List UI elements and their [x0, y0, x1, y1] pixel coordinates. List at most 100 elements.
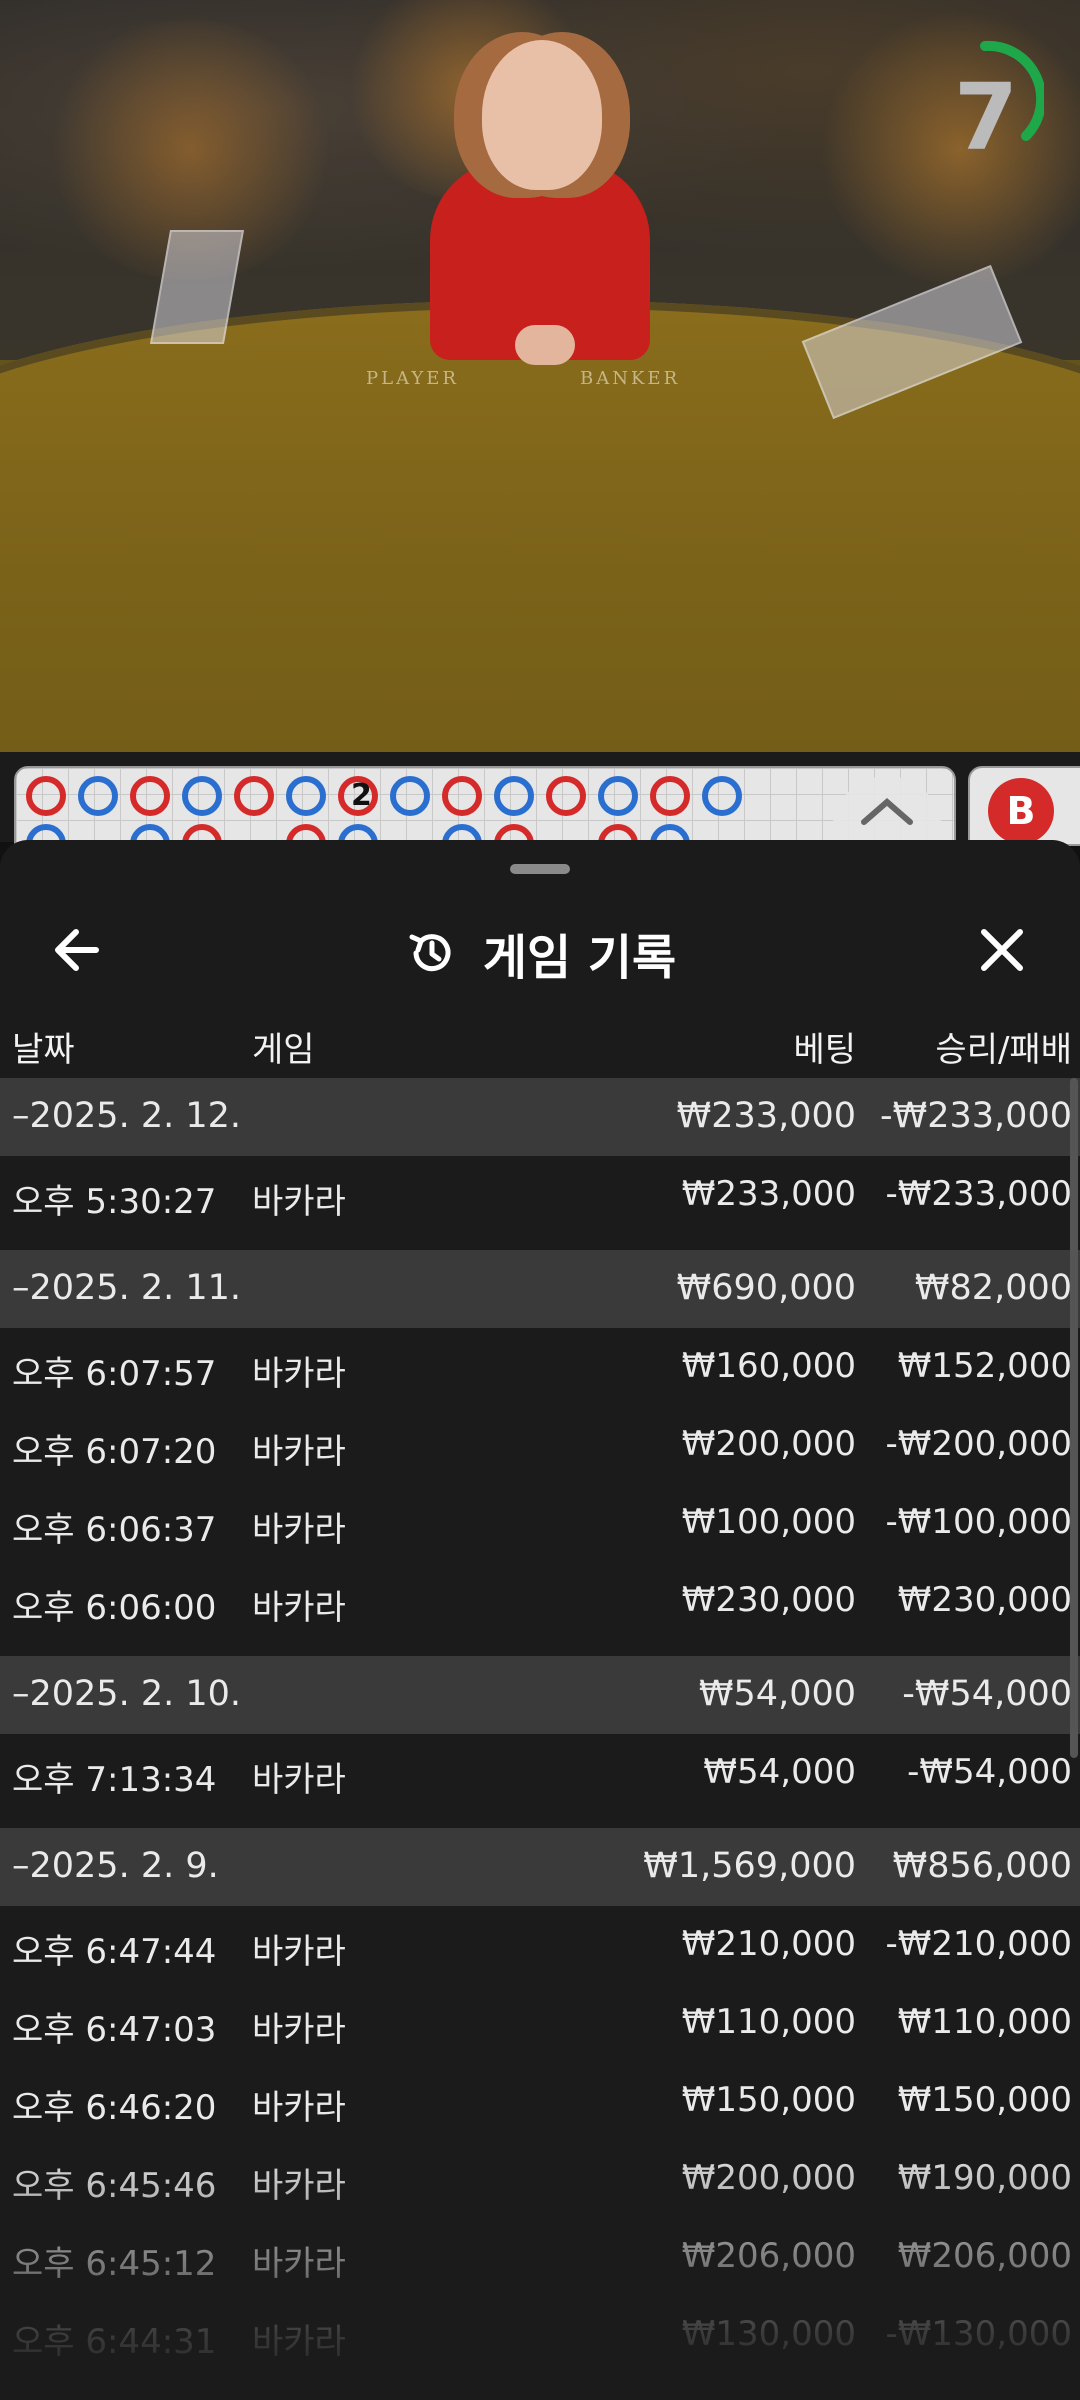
group-date: –2025. 2. 11. — [12, 1268, 242, 1308]
history-row[interactable]: 오후 6:47:44 바카라 ₩210,000 -₩210,000 — [0, 1906, 1080, 1984]
row-win-loss: ₩230,000 — [897, 1580, 1072, 1620]
sheet-header: 게임 기록 — [0, 900, 1080, 1010]
history-row[interactable]: 오후 7:13:34 바카라 ₩54,000 -₩54,000 — [0, 1734, 1080, 1812]
row-game: 바카라 — [252, 1588, 346, 1628]
banker-prediction-button[interactable]: B — [988, 778, 1054, 844]
history-row[interactable]: 오후 6:45:12 바카라 ₩206,000 ₩206,000 — [0, 2218, 1080, 2296]
row-game: 바카라 — [252, 2166, 346, 2206]
row-game: 바카라 — [252, 1182, 346, 1222]
row-bet: ₩130,000 — [681, 2314, 856, 2354]
row-win-loss: -₩54,000 — [907, 1752, 1072, 1792]
date-group-row: –2025. 2. 9. ₩1,569,000 ₩856,000 — [0, 1828, 1080, 1906]
row-time: 오후 6:44:31 — [12, 2322, 217, 2362]
history-scrollbar[interactable] — [1070, 1078, 1078, 1758]
column-headers: 날짜 게임 베팅 승리/패배 — [0, 1008, 1080, 1078]
column-win-loss: 승리/패배 — [935, 1030, 1072, 1070]
history-row[interactable]: 오후 6:06:00 바카라 ₩230,000 ₩230,000 — [0, 1562, 1080, 1640]
row-win-loss: ₩206,000 — [897, 2236, 1072, 2276]
history-row[interactable]: 오후 6:07:20 바카라 ₩200,000 -₩200,000 — [0, 1406, 1080, 1484]
history-row[interactable]: 오후 5:30:27 바카라 ₩233,000 -₩233,000 — [0, 1156, 1080, 1234]
history-row[interactable]: 오후 6:45:46 바카라 ₩200,000 ₩190,000 — [0, 2140, 1080, 2218]
close-icon — [981, 929, 1023, 971]
banker-bead — [26, 776, 66, 816]
sheet-drag-handle[interactable] — [510, 864, 570, 874]
group-bet-total: ₩233,000 — [676, 1096, 856, 1136]
banker-bead — [130, 776, 170, 816]
player-bead — [78, 776, 118, 816]
row-game: 바카라 — [252, 1932, 346, 1972]
bead-road[interactable]: 2 — [14, 766, 956, 846]
column-game: 게임 — [252, 1030, 315, 1070]
history-row[interactable]: 오후 6:46:20 바카라 ₩150,000 ₩150,000 — [0, 2062, 1080, 2140]
banker-bead — [442, 776, 482, 816]
player-bead — [390, 776, 430, 816]
column-date: 날짜 — [12, 1030, 75, 1070]
row-game: 바카라 — [252, 1354, 346, 1394]
chevron-up-icon — [861, 798, 913, 825]
row-bet: ₩110,000 — [681, 2002, 856, 2042]
row-win-loss: -₩200,000 — [885, 1424, 1073, 1464]
row-bet: ₩100,000 — [681, 1502, 856, 1542]
row-win-loss: -₩130,000 — [885, 2314, 1073, 2354]
date-group-row: –2025. 2. 12. ₩233,000 -₩233,000 — [0, 1078, 1080, 1156]
group-date: –2025. 2. 12. — [12, 1096, 242, 1136]
banker-bead — [650, 776, 690, 816]
row-time: 오후 6:47:44 — [12, 1932, 217, 1972]
row-game: 바카라 — [252, 1510, 346, 1550]
player-bead — [286, 776, 326, 816]
row-bet: ₩160,000 — [681, 1346, 856, 1386]
group-win-total: -₩233,000 — [880, 1096, 1072, 1136]
row-time: 오후 6:45:46 — [12, 2166, 217, 2206]
row-time: 오후 6:07:57 — [12, 1354, 217, 1394]
player-bead — [702, 776, 742, 816]
row-win-loss: -₩233,000 — [885, 1174, 1073, 1214]
date-group-row: –2025. 2. 11. ₩690,000 ₩82,000 — [0, 1250, 1080, 1328]
row-time: 오후 6:06:00 — [12, 1588, 217, 1628]
row-bet: ₩200,000 — [681, 1424, 856, 1464]
sheet-title: 게임 기록 — [482, 930, 677, 986]
bead-count-label: 2 — [351, 778, 372, 813]
expand-roadmap-button[interactable] — [832, 776, 942, 842]
dealer-hands — [515, 325, 575, 365]
date-group-row: –2025. 2. 10. ₩54,000 -₩54,000 — [0, 1656, 1080, 1734]
game-history-sheet: 게임 기록 날짜 게임 베팅 승리/패배 –2025. 2. 12. ₩233,0… — [0, 840, 1080, 2400]
banker-bead — [546, 776, 586, 816]
history-icon — [409, 934, 451, 972]
road-prediction-panel[interactable]: B — [968, 766, 1080, 846]
row-game: 바카라 — [252, 1760, 346, 1800]
row-win-loss: ₩152,000 — [897, 1346, 1072, 1386]
row-game: 바카라 — [252, 2010, 346, 2050]
group-date: –2025. 2. 10. — [12, 1674, 242, 1714]
row-win-loss: ₩110,000 — [897, 2002, 1072, 2042]
history-row[interactable]: 오후 6:47:03 바카라 ₩110,000 ₩110,000 — [0, 1984, 1080, 2062]
row-time: 오후 6:47:03 — [12, 2010, 217, 2050]
history-row[interactable]: 오후 6:06:37 바카라 ₩100,000 -₩100,000 — [0, 1484, 1080, 1562]
row-game: 바카라 — [252, 1432, 346, 1472]
row-bet: ₩206,000 — [681, 2236, 856, 2276]
group-bet-total: ₩54,000 — [698, 1674, 856, 1714]
group-bet-total: ₩690,000 — [676, 1268, 856, 1308]
history-row[interactable]: 오후 6:44:31 바카라 ₩130,000 -₩130,000 — [0, 2296, 1080, 2374]
row-time: 오후 7:13:34 — [12, 1760, 217, 1800]
group-win-total: -₩54,000 — [902, 1674, 1072, 1714]
history-row[interactable]: 오후 6:07:57 바카라 ₩160,000 ₩152,000 — [0, 1328, 1080, 1406]
player-bead — [182, 776, 222, 816]
row-win-loss: ₩150,000 — [897, 2080, 1072, 2120]
countdown-timer: 7 — [953, 64, 1018, 171]
row-win-loss: -₩100,000 — [885, 1502, 1073, 1542]
group-win-total: ₩82,000 — [914, 1268, 1072, 1308]
player-bead — [494, 776, 534, 816]
row-game: 바카라 — [252, 2088, 346, 2128]
row-win-loss: ₩190,000 — [897, 2158, 1072, 2198]
live-video: PLAYER BANKER 7 — [0, 0, 1080, 752]
group-win-total: ₩856,000 — [892, 1846, 1072, 1886]
row-win-loss: -₩210,000 — [885, 1924, 1073, 1964]
row-time: 오후 6:45:12 — [12, 2244, 217, 2284]
row-game: 바카라 — [252, 2322, 346, 2362]
row-bet: ₩200,000 — [681, 2158, 856, 2198]
close-button[interactable] — [972, 920, 1032, 980]
row-time: 오후 6:07:20 — [12, 1432, 217, 1472]
column-bet: 베팅 — [793, 1030, 856, 1070]
row-bet: ₩54,000 — [703, 1752, 856, 1792]
table-label-banker: BANKER — [580, 368, 681, 389]
